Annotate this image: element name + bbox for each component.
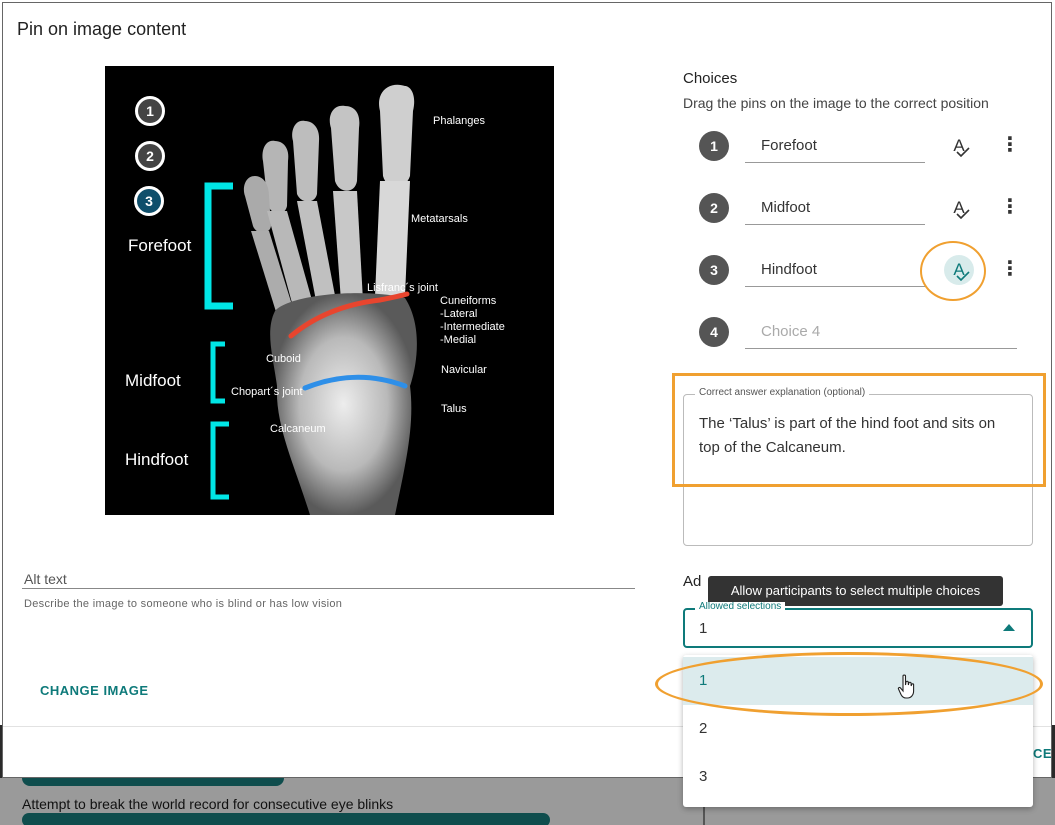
choice-number-1: 1 [699,131,729,161]
hand-cursor-icon [897,674,915,699]
spellcheck-highlight-circle [920,241,986,301]
label-metatarsals: Metatarsals [411,213,468,225]
more-options-icon[interactable]: ⋮ [1000,255,1020,285]
section-forefoot: Forefoot [128,236,192,255]
section-hindfoot: Hindfoot [125,450,189,469]
label-navicular: Navicular [441,364,487,376]
choice-input-4[interactable] [745,315,1017,349]
label-lateral: -Lateral [440,308,478,320]
foot-xray-image[interactable]: Phalanges Metatarsals Lisfranc´s joint C… [105,66,554,515]
check-mark-icon [956,209,970,219]
background-list-item: Attempt to break the world record for co… [22,796,394,812]
label-medial: -Medial [440,334,477,346]
choice-number-3: 3 [699,255,729,285]
alt-text-input[interactable] [22,588,635,589]
explanation-highlight-box [672,373,1046,487]
xray-graphic [204,84,417,515]
allowed-selections-value: 1 [699,620,708,637]
modal-title: Pin on image content [17,19,187,39]
allowed-selections-select[interactable] [683,608,1033,648]
choice-input-1[interactable] [745,129,925,163]
cancel-button[interactable]: CE [1033,746,1052,761]
choice-number-4: 4 [699,317,729,347]
caret-up-icon[interactable] [1003,624,1015,631]
check-mark-icon [956,147,970,157]
alt-text-help: Describe the image to someone who is bli… [24,598,343,610]
label-phalanges: Phalanges [433,115,485,127]
label-calcaneum: Calcaneum [270,423,326,435]
label-cuneiforms: Cuneiforms [440,295,497,307]
option-highlight-ellipse [655,652,1043,716]
more-options-icon[interactable]: ⋮ [1000,131,1020,161]
label-cuboid: Cuboid [266,353,301,365]
advanced-heading: Ad [683,573,702,590]
label-lisfranc-joint: Lisfranc´s joint [367,282,438,294]
allowed-selections-label: Allowed selections [695,602,786,610]
spellcheck-icon[interactable]: A [944,131,974,161]
more-options-icon[interactable]: ⋮ [1000,193,1020,223]
choice-number-2: 2 [699,193,729,223]
label-intermediate: -Intermediate [440,321,505,333]
choices-heading: Choices [683,70,738,87]
choices-subtitle: Drag the pins on the image to the correc… [683,95,989,111]
option-3[interactable]: 3 [683,753,1033,801]
background-bar [22,813,550,825]
pin-2[interactable]: 2 [135,141,165,171]
spellcheck-icon[interactable]: A [944,193,974,223]
change-image-button[interactable]: CHANGE IMAGE [40,683,149,698]
choice-input-2[interactable] [745,191,925,225]
pin-3[interactable]: 3 [134,186,164,216]
label-talus: Talus [441,403,467,415]
pin-1[interactable]: 1 [135,96,165,126]
choice-input-3[interactable] [745,253,925,287]
label-chopart-joint: Chopart´s joint [231,386,303,398]
alt-text-label: Alt text [24,571,67,587]
section-midfoot: Midfoot [125,371,181,390]
